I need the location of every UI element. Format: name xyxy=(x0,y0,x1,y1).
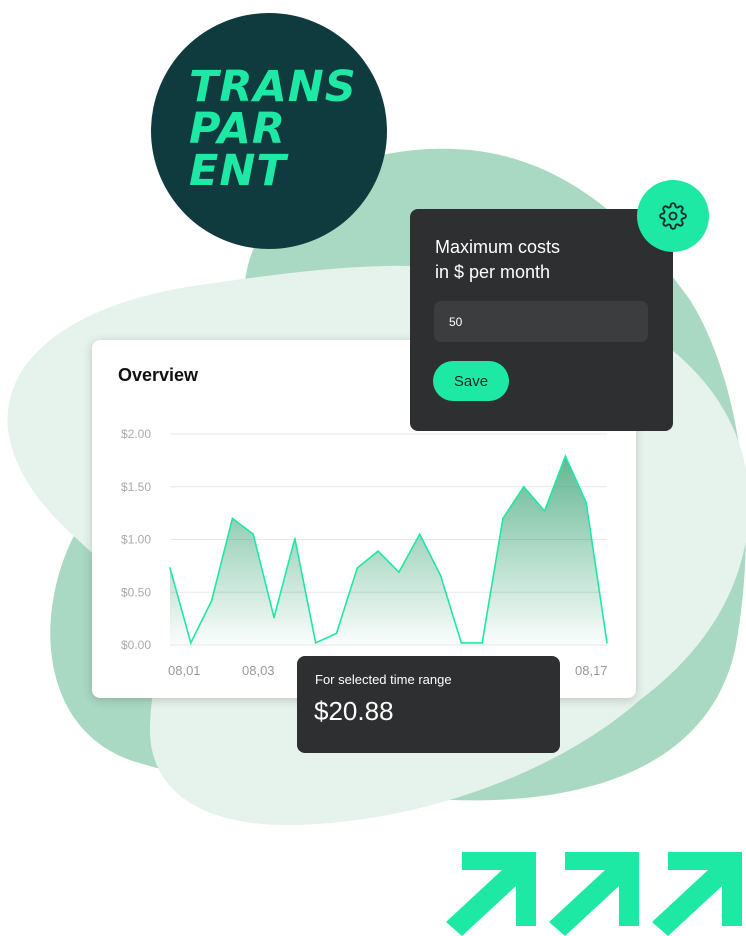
data-point xyxy=(314,642,317,644)
settings-title-line-1: Maximum costs xyxy=(435,237,561,257)
data-point xyxy=(543,510,546,512)
data-point xyxy=(418,533,421,536)
y-tick-label: $0.50 xyxy=(121,585,151,599)
data-point xyxy=(502,517,504,520)
data-point xyxy=(190,642,192,644)
data-point xyxy=(294,537,296,540)
data-point xyxy=(398,571,400,574)
overview-title: Overview xyxy=(118,365,199,385)
data-point xyxy=(606,642,608,644)
badge-line-1: TRANS xyxy=(189,62,357,112)
data-point xyxy=(252,533,255,536)
max-cost-input[interactable] xyxy=(434,301,648,342)
data-point xyxy=(231,517,234,520)
badge-text: TRANS PAR ENT xyxy=(189,62,357,196)
data-point xyxy=(210,599,213,602)
data-point xyxy=(356,567,359,569)
data-point xyxy=(377,550,379,552)
selected-range-total: For selected time range $20.88 xyxy=(297,656,560,753)
data-point xyxy=(564,455,567,457)
settings-title: Maximum costs in $ per month xyxy=(435,235,560,285)
data-point xyxy=(522,485,525,488)
x-tick-label: 08,03 xyxy=(242,663,275,678)
data-point xyxy=(273,616,275,619)
gear-icon xyxy=(659,202,687,230)
settings-title-line-2: in $ per month xyxy=(435,262,551,282)
save-button[interactable]: Save xyxy=(433,361,509,401)
data-point xyxy=(481,642,483,644)
settings-panel: Maximum costs in $ per month Save xyxy=(410,209,673,431)
total-label: For selected time range xyxy=(315,672,452,687)
y-tick-label: $0.00 xyxy=(121,638,151,652)
arrow-up-right-icon xyxy=(446,852,536,936)
badge-line-3: ENT xyxy=(189,146,287,196)
y-tick-label: $1.50 xyxy=(121,480,151,494)
arrow-up-right-icon xyxy=(652,852,742,936)
x-tick-label: 08,01 xyxy=(168,663,201,678)
total-value: $20.88 xyxy=(314,696,394,726)
arrow-up-right-icon xyxy=(549,852,639,936)
cost-area-fill xyxy=(170,456,607,645)
y-tick-label: $2.00 xyxy=(121,427,151,441)
data-point xyxy=(335,632,338,635)
x-tick-label: 08,17 xyxy=(575,663,608,678)
settings-gear-button[interactable] xyxy=(637,180,709,252)
data-point xyxy=(439,574,442,577)
y-tick-label: $1.00 xyxy=(121,533,151,547)
data-point xyxy=(460,642,463,644)
data-point xyxy=(585,501,587,504)
badge-line-2: PAR xyxy=(189,104,286,154)
data-point xyxy=(169,567,171,569)
